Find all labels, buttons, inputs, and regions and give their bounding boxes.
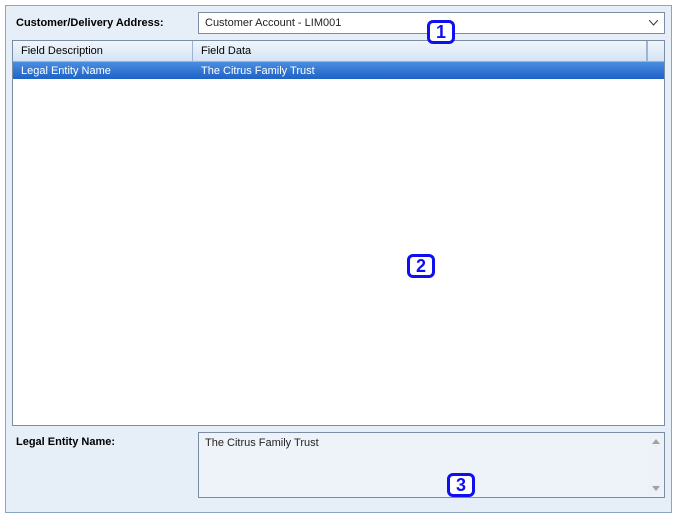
- annotation-badge-3: 3: [447, 473, 475, 497]
- cell-field-description: Legal Entity Name: [13, 62, 193, 79]
- annotation-badge-2: 2: [407, 254, 435, 278]
- address-label: Customer/Delivery Address:: [12, 17, 198, 29]
- table-body: Legal Entity Name The Citrus Family Trus…: [13, 62, 664, 425]
- scroll-down-icon[interactable]: [648, 481, 663, 496]
- table-header: Field Description Field Data: [13, 41, 664, 62]
- annotation-badge-1: 1: [427, 20, 455, 44]
- scroll-up-icon[interactable]: [648, 434, 663, 449]
- detail-value: The Citrus Family Trust: [205, 437, 319, 449]
- column-field-data[interactable]: Field Data: [193, 41, 647, 61]
- cell-field-data: The Citrus Family Trust: [193, 62, 664, 79]
- fields-table: Field Description Field Data Legal Entit…: [12, 40, 665, 426]
- chevron-down-icon: [646, 20, 660, 26]
- header-scroll-gutter: [647, 41, 664, 61]
- table-row[interactable]: Legal Entity Name The Citrus Family Trus…: [13, 62, 664, 79]
- column-field-description[interactable]: Field Description: [13, 41, 193, 61]
- address-select-value: Customer Account - LIM001: [205, 17, 341, 29]
- detail-textarea[interactable]: The Citrus Family Trust: [198, 432, 665, 498]
- panel: Customer/Delivery Address: Customer Acco…: [5, 5, 672, 513]
- address-row: Customer/Delivery Address: Customer Acco…: [12, 12, 665, 34]
- detail-scrollbar[interactable]: [648, 434, 663, 496]
- detail-row: Legal Entity Name: The Citrus Family Tru…: [12, 432, 665, 498]
- detail-label: Legal Entity Name:: [12, 432, 198, 498]
